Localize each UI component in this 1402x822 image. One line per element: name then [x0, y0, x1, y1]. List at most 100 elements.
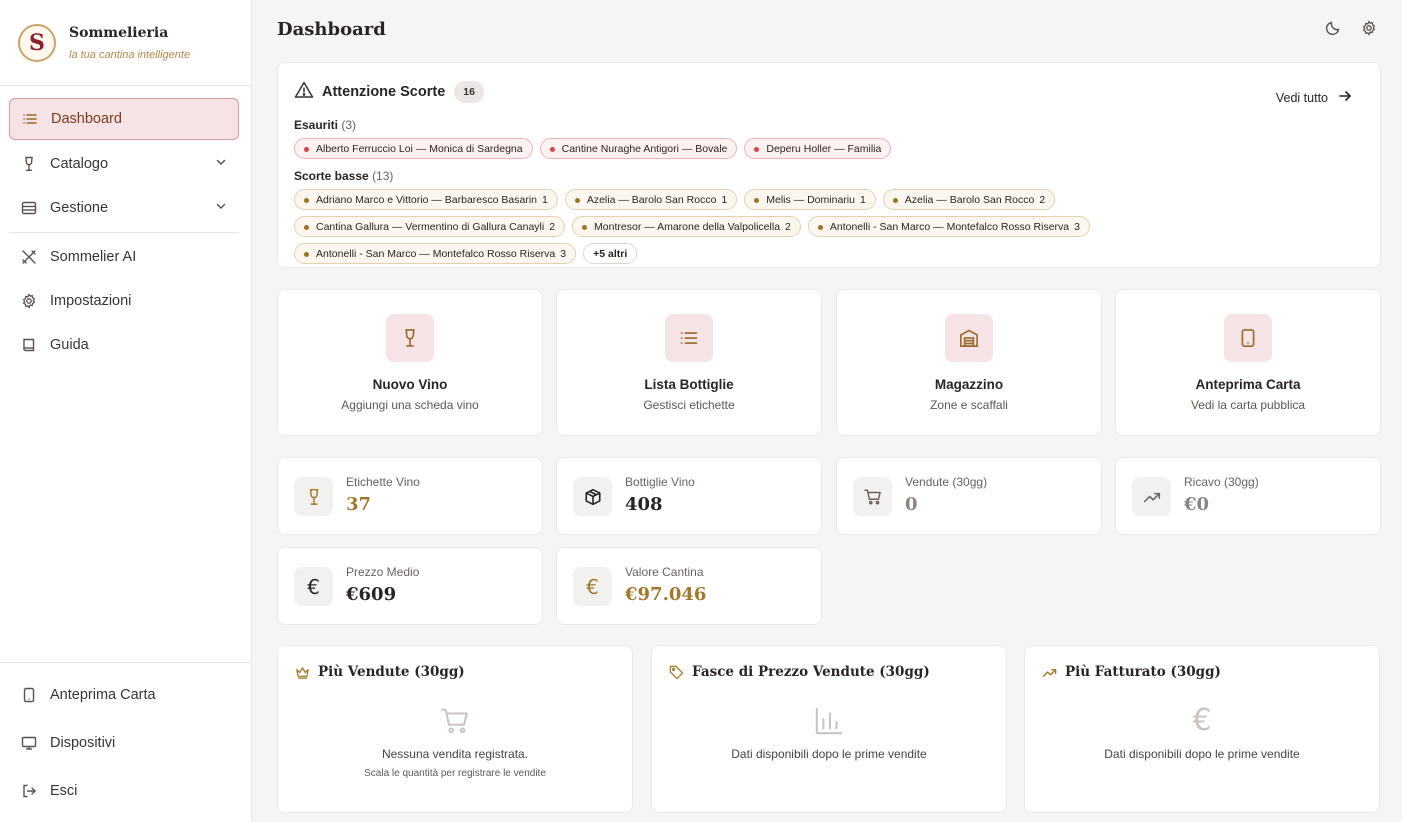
trend-up-icon: [1041, 664, 1057, 680]
stat-value: €97.046: [625, 584, 707, 605]
chip-name: Melis — Dominariu: [766, 193, 855, 206]
stock-chip[interactable]: Antonelli - San Marco — Montefalco Rosso…: [807, 216, 1090, 237]
stat-label: Ricavo (30gg): [1184, 475, 1259, 489]
empty-message: Dati disponibili dopo le prime vendite: [1104, 747, 1300, 761]
stat-value: 408: [625, 494, 663, 515]
sidebar-item-guida[interactable]: Guida: [9, 324, 239, 366]
chevron-down-icon[interactable]: [215, 200, 227, 216]
stock-chip[interactable]: Azelia — Barolo San Rocco 1: [564, 189, 738, 210]
out-of-stock-count: (3): [341, 118, 357, 132]
sidebar-item-label: Esci: [50, 783, 78, 799]
quick-action-new-wine[interactable]: Nuovo Vino Aggiungi una scheda vino: [277, 289, 543, 436]
list-icon: [665, 314, 713, 362]
out-of-stock-chips: Alberto Ferruccio Loi — Monica di Sardeg…: [294, 138, 1294, 159]
stat-average-price: € Prezzo Medio €609: [277, 547, 543, 625]
chip-qty: 3: [1074, 220, 1080, 233]
moon-icon[interactable]: [1324, 19, 1342, 37]
chip-name: Azelia — Barolo San Rocco: [586, 193, 717, 206]
top-revenue-card: Più Fatturato (30gg) € Dati disponibili …: [1024, 645, 1380, 813]
storage-icon: [21, 200, 37, 216]
tablet-icon: [1224, 314, 1272, 362]
empty-submessage: Scala le quantità per registrare le vend…: [364, 768, 546, 779]
sidebar-item-label: Sommelier AI: [50, 249, 137, 265]
stock-chip[interactable]: Adriano Marco e Vittorio — Barbaresco Ba…: [294, 189, 558, 210]
stat-revenue-30d: Ricavo (30gg) €0: [1115, 457, 1381, 535]
gear-icon[interactable]: [1360, 19, 1378, 37]
out-of-stock-title: Esauriti: [294, 118, 339, 132]
cart-icon: [278, 706, 632, 736]
euro-icon: €: [294, 567, 333, 606]
warning-icon: [294, 80, 314, 105]
brand-name: Sommelieria: [69, 24, 169, 41]
euro-icon: €: [573, 567, 612, 606]
stock-chip[interactable]: Cantine Nuraghe Antigori — Bovale: [539, 138, 738, 159]
chip-qty: 1: [859, 193, 866, 206]
wine-glass-icon: [21, 156, 37, 172]
sidebar-item-label: Anteprima Carta: [50, 687, 156, 703]
sidebar-item-anteprima-carta[interactable]: Anteprima Carta: [9, 674, 239, 716]
logo: S: [18, 23, 56, 62]
brand-tagline: la tua cantina intelligente: [69, 48, 191, 61]
sidebar-item-label: Impostazioni: [50, 293, 132, 309]
chip-name: Azelia — Barolo San Rocco: [904, 193, 1035, 206]
alert-count-badge: 16: [454, 81, 484, 103]
stat-label: Vendute (30gg): [905, 475, 988, 489]
quick-action-bottle-list[interactable]: Lista Bottiglie Gestisci etichette: [556, 289, 822, 436]
stat-wine-labels: Etichette Vino 37: [277, 457, 543, 535]
stat-sold-30d: Vendute (30gg) 0: [836, 457, 1102, 535]
bar-chart-icon: [652, 706, 1006, 736]
crown-icon: [294, 664, 310, 680]
wine-glass-icon: [294, 477, 333, 516]
monitor-icon: [21, 735, 37, 751]
out-of-stock-label: Esauriti (3): [294, 118, 1364, 132]
stock-chip[interactable]: Deperu Holler — Familia: [744, 138, 892, 159]
best-sellers-card: Più Vendute (30gg) Nessuna vendita regis…: [277, 645, 633, 813]
chip-name: Antonelli - San Marco — Montefalco Rosso…: [829, 220, 1070, 233]
chip-qty: 2: [785, 220, 791, 233]
sidebar-item-catalogo[interactable]: Catalogo: [9, 143, 239, 185]
stock-chip[interactable]: Azelia — Barolo San Rocco 2: [882, 189, 1056, 210]
more-chip[interactable]: +5 altri: [583, 243, 638, 264]
quick-action-title: Magazzino: [934, 377, 1004, 392]
sidebar-item-impostazioni[interactable]: Impostazioni: [9, 280, 239, 322]
sidebar-item-gestione[interactable]: Gestione: [9, 187, 239, 229]
quick-action-menu-preview[interactable]: Anteprima Carta Vedi la carta pubblica: [1115, 289, 1381, 436]
sidebar-item-sommelier-ai[interactable]: Sommelier AI: [9, 236, 239, 278]
chip-name: Antonelli - San Marco — Montefalco Rosso…: [316, 247, 556, 260]
chip-name: Cantina Gallura — Vermentino di Gallura …: [316, 220, 545, 233]
arrow-right-icon: [1338, 89, 1352, 106]
stock-chip[interactable]: Cantina Gallura — Vermentino di Gallura …: [294, 216, 566, 237]
logo-letter: S: [29, 29, 45, 56]
quick-action-subtitle: Gestisci etichette: [643, 398, 735, 412]
stat-wine-bottles: Bottiglie Vino 408: [556, 457, 822, 535]
cart-icon: [853, 477, 892, 516]
stock-chip[interactable]: Melis — Dominariu 1: [744, 189, 876, 210]
list-icon: [22, 111, 38, 127]
stock-chip[interactable]: Montresor — Amarone della Valpolicella 2: [572, 216, 801, 237]
sidebar-item-label: Guida: [50, 337, 89, 353]
book-icon: [21, 337, 37, 353]
tablet-icon: [21, 687, 37, 703]
stat-value: 0: [905, 494, 918, 515]
quick-action-subtitle: Aggiungi una scheda vino: [341, 398, 479, 412]
stock-alert-card: Attenzione Scorte 16 Vedi tutto Esauriti…: [277, 62, 1381, 268]
stock-chip[interactable]: Alberto Ferruccio Loi — Monica di Sardeg…: [294, 138, 533, 159]
low-stock-title: Scorte basse: [294, 169, 369, 183]
stat-value: €609: [346, 584, 397, 605]
stat-label: Bottiglie Vino: [625, 475, 695, 489]
chip-qty: 1: [721, 193, 728, 206]
quick-action-warehouse[interactable]: Magazzino Zone e scaffali: [836, 289, 1102, 436]
card-title: Più Vendute (30gg): [318, 664, 465, 680]
sidebar-item-dispositivi[interactable]: Dispositivi: [9, 722, 239, 764]
quick-action-title: Anteprima Carta: [1195, 377, 1301, 392]
see-all-link[interactable]: Vedi tutto: [1276, 89, 1352, 106]
stat-value: €0: [1184, 494, 1210, 515]
sidebar-item-label: Dispositivi: [50, 735, 116, 751]
alert-title: Attenzione Scorte: [322, 84, 446, 100]
stock-chip[interactable]: Antonelli - San Marco — Montefalco Rosso…: [294, 243, 577, 264]
quick-action-title: Nuovo Vino: [372, 377, 448, 392]
sidebar-item-dashboard[interactable]: Dashboard: [9, 98, 239, 140]
utensils-icon: [21, 249, 37, 265]
chevron-down-icon[interactable]: [215, 156, 227, 172]
sidebar-item-esci[interactable]: Esci: [9, 770, 239, 812]
